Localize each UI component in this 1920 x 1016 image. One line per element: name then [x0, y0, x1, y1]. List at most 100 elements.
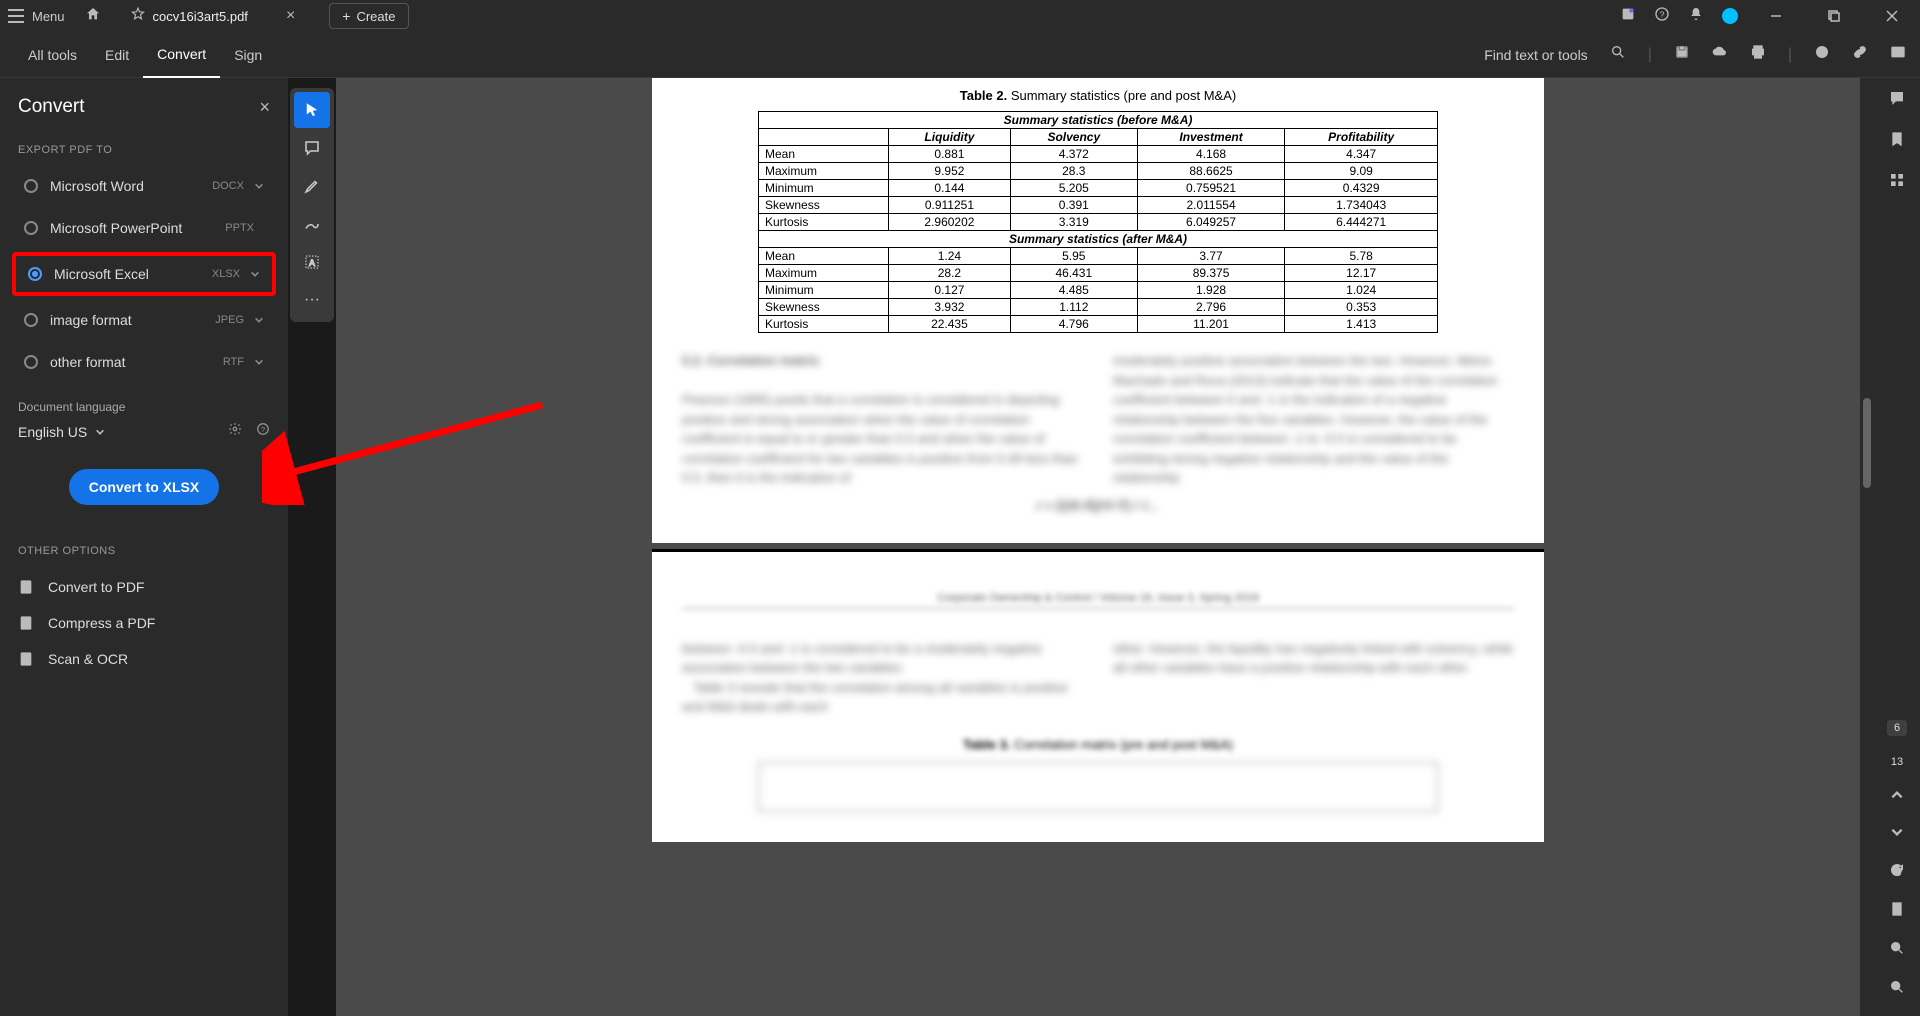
radio-checked[interactable]: [28, 267, 42, 281]
table-row: Maximum9.95228.388.66259.09: [759, 163, 1438, 180]
scroll-thumb[interactable]: [1863, 398, 1871, 488]
select-tool[interactable]: [294, 92, 330, 128]
titlebar: Menu cocv16i3art5.pdf × + Create ?: [0, 0, 1920, 32]
table-section: Summary statistics (after M&A): [759, 231, 1438, 248]
table-row: Skewness3.9321.1122.7960.353: [759, 299, 1438, 316]
chevron-down-icon[interactable]: [250, 269, 260, 279]
link-icon[interactable]: [1852, 44, 1868, 65]
plus-icon: +: [342, 8, 350, 24]
home-icon[interactable]: [85, 6, 101, 27]
minimize-button[interactable]: [1756, 0, 1796, 32]
tab-title: cocv16i3art5.pdf: [153, 9, 248, 24]
export-option-image[interactable]: image format JPEG: [12, 302, 276, 338]
page-current-badge[interactable]: 6: [1887, 720, 1907, 736]
radio-unchecked[interactable]: [24, 179, 38, 193]
text-tool[interactable]: A: [294, 244, 330, 280]
export-name: Microsoft Word: [50, 178, 212, 194]
rotate-icon[interactable]: [1889, 862, 1905, 883]
radio-unchecked[interactable]: [24, 313, 38, 327]
scan-ocr-item[interactable]: Scan & OCR: [12, 641, 276, 677]
ai-assistant-icon[interactable]: [1620, 6, 1636, 27]
right-panel: 6 13: [1874, 78, 1920, 1016]
export-fmt: PPTX: [225, 222, 254, 234]
page-view-icon[interactable]: [1889, 901, 1905, 922]
chevron-down-icon[interactable]: [254, 181, 264, 191]
close-button[interactable]: [1872, 0, 1912, 32]
zoom-out-icon[interactable]: [1889, 979, 1905, 1000]
export-option-excel[interactable]: Microsoft Excel XLSX: [12, 252, 276, 296]
gear-icon[interactable]: [228, 422, 242, 441]
table-row: Mean0.8814.3724.1684.347: [759, 146, 1438, 163]
help-icon[interactable]: ?: [256, 422, 270, 441]
language-select[interactable]: English US: [18, 424, 105, 440]
tab-all-tools[interactable]: All tools: [14, 32, 91, 78]
svg-text:A: A: [309, 258, 315, 268]
convert-to-pdf-item[interactable]: Convert to PDF: [12, 569, 276, 605]
other-section-label: OTHER OPTIONS: [12, 545, 276, 557]
page-down-icon[interactable]: [1890, 825, 1904, 844]
document-tab[interactable]: cocv16i3art5.pdf ×: [121, 0, 306, 32]
table-caption: Table 2. Summary statistics (pre and pos…: [682, 88, 1514, 103]
chevron-down-icon: [95, 427, 105, 437]
star-icon[interactable]: [131, 7, 145, 26]
bookmark-icon[interactable]: [1889, 131, 1905, 152]
panel-close-icon[interactable]: ×: [259, 97, 270, 118]
export-fmt: DOCX: [212, 180, 244, 192]
tab-edit[interactable]: Edit: [91, 32, 143, 78]
highlight-tool[interactable]: [294, 168, 330, 204]
titlebar-left: Menu cocv16i3art5.pdf × + Create: [8, 0, 409, 32]
convert-button[interactable]: Convert to XLSX: [69, 469, 219, 505]
doc-language-label: Document language: [12, 400, 276, 414]
print-icon[interactable]: [1750, 44, 1766, 65]
compress-pdf-item[interactable]: Compress a PDF: [12, 605, 276, 641]
comment-tool[interactable]: [294, 130, 330, 166]
draw-tool[interactable]: [294, 206, 330, 242]
table-section: Summary statistics (before M&A): [759, 112, 1438, 129]
document-area[interactable]: Table 2. Summary statistics (pre and pos…: [336, 78, 1860, 1016]
table-header: Liquidity: [889, 129, 1011, 146]
signature-icon[interactable]: [1814, 44, 1830, 65]
chat-icon[interactable]: [1889, 90, 1905, 111]
create-button[interactable]: + Create: [329, 3, 408, 29]
tab-convert[interactable]: Convert: [143, 32, 220, 78]
chevron-down-icon[interactable]: [254, 315, 264, 325]
blurred-formula: r = Σ(Xi-X̄)(Yi-Ȳ) / √...: [682, 498, 1514, 513]
search-icon[interactable]: [1610, 44, 1626, 65]
other-item-label: Compress a PDF: [48, 615, 155, 631]
mail-icon[interactable]: [1890, 44, 1906, 65]
table-header: Profitability: [1285, 129, 1438, 146]
export-option-powerpoint[interactable]: Microsoft PowerPoint PPTX: [12, 210, 276, 246]
tab-close-icon[interactable]: ×: [286, 7, 295, 25]
chevron-down-icon[interactable]: [254, 357, 264, 367]
radio-unchecked[interactable]: [24, 221, 38, 235]
more-tools[interactable]: ···: [294, 282, 330, 318]
scrollbar[interactable]: [1860, 78, 1874, 1016]
save-icon[interactable]: [1674, 44, 1690, 65]
toolbar2-right: Find text or tools | |: [1484, 44, 1906, 65]
pdf-page: Corporate Ownership & Control / Volume 1…: [652, 552, 1544, 842]
page-total: 13: [1885, 754, 1909, 770]
grid-icon[interactable]: [1889, 172, 1905, 193]
panel-title: Convert: [18, 96, 85, 118]
export-option-word[interactable]: Microsoft Word DOCX: [12, 168, 276, 204]
svg-text:?: ?: [1660, 9, 1665, 19]
create-label: Create: [356, 9, 395, 24]
menu-label[interactable]: Menu: [32, 9, 65, 24]
radio-unchecked[interactable]: [24, 355, 38, 369]
export-fmt: XLSX: [212, 268, 240, 280]
export-name: other format: [50, 354, 223, 370]
other-item-label: Scan & OCR: [48, 651, 128, 667]
zoom-in-icon[interactable]: [1889, 940, 1905, 961]
bell-icon[interactable]: [1688, 6, 1704, 27]
cloud-icon[interactable]: [1712, 44, 1728, 65]
avatar[interactable]: [1722, 8, 1738, 24]
table-row: Skewness0.9112510.3912.0115541.734043: [759, 197, 1438, 214]
convert-panel: Convert × EXPORT PDF TO Microsoft Word D…: [0, 78, 288, 1016]
page-up-icon[interactable]: [1890, 788, 1904, 807]
maximize-button[interactable]: [1814, 0, 1854, 32]
help-icon[interactable]: ?: [1654, 6, 1670, 27]
menu-icon[interactable]: [8, 9, 24, 23]
export-option-other[interactable]: other format RTF: [12, 344, 276, 380]
table-header: Solvency: [1010, 129, 1137, 146]
tab-sign[interactable]: Sign: [220, 32, 276, 78]
